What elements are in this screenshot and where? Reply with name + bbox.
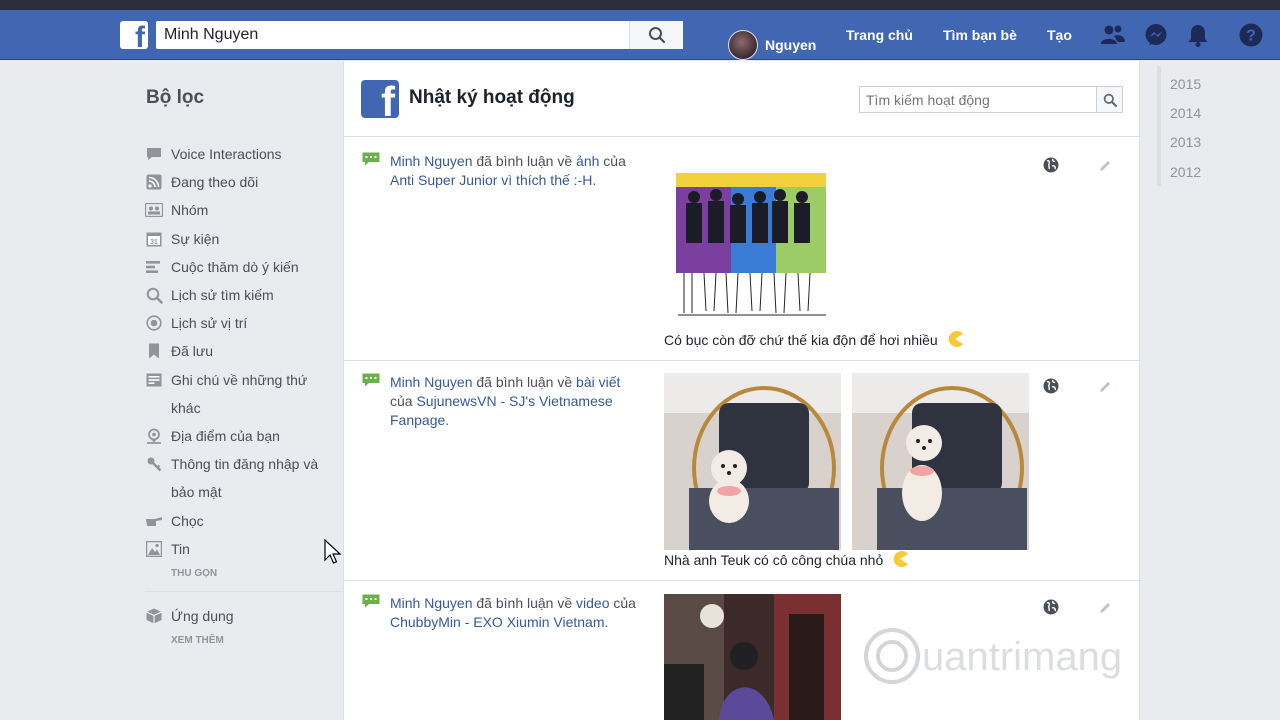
nav-link-create[interactable]: Tạo [1047, 27, 1072, 43]
key-icon [145, 455, 163, 473]
global-search [156, 21, 683, 49]
nav-link-home[interactable]: Trang chủ [846, 27, 913, 43]
entry-description: Minh Nguyen đã bình luận về bài viết của… [390, 374, 621, 428]
comment-icon [362, 373, 380, 387]
filter-sidebar: Bộ lọc Voice Interactions Đang theo dõi … [0, 61, 345, 720]
search-button[interactable] [629, 21, 683, 49]
cube-icon [145, 607, 163, 625]
sidebar-divider [145, 591, 345, 593]
activity-log-panel: f Nhật ký hoạt động Minh Nguyen đã bình … [343, 61, 1141, 720]
entry-comment-text: Có bục còn đỡ chứ thế kia độn để hơi nhi… [664, 330, 964, 348]
facebook-logo-icon: f [361, 80, 399, 118]
entry-owner-link[interactable]: Anti Super Junior vì thích thế :-H. [390, 172, 596, 188]
mouse-cursor-icon [324, 539, 342, 564]
filter-item-following[interactable]: Đang theo dõi [145, 168, 335, 196]
collapse-link[interactable]: THU GỌN [171, 563, 335, 585]
search-icon [648, 27, 665, 44]
nav-profile-name[interactable]: Nguyen [765, 37, 816, 53]
see-more-link[interactable]: XEM THÊM [171, 630, 335, 652]
photo-icon [145, 540, 163, 558]
entry-actor-link[interactable]: Minh Nguyen [390, 374, 473, 390]
activity-search [859, 86, 1123, 113]
entry-target-link[interactable]: video [576, 595, 609, 611]
help-icon[interactable]: ? [1238, 22, 1264, 48]
filter-item-location-history[interactable]: Lịch sử vị trí [145, 309, 335, 337]
filter-item-saved[interactable]: Đã lưu [145, 337, 335, 365]
activity-entry: Minh Nguyen đã bình luận về bài viết của… [344, 361, 1141, 581]
pacman-emoji-icon [948, 331, 963, 347]
filter-item-login-security[interactable]: Thông tin đăng nhập và bảo mật [145, 450, 335, 506]
filter-item-pokes[interactable]: Chọc [145, 507, 335, 535]
filter-item-polls[interactable]: Cuộc thăm dò ý kiến [145, 253, 335, 281]
filter-item-stories[interactable]: Tin [145, 535, 335, 563]
entry-description: Minh Nguyen đã bình luận về ảnh của Anti… [390, 153, 626, 188]
year-scroller-line [1157, 66, 1161, 186]
search-icon [145, 286, 163, 304]
globe-icon[interactable] [1043, 378, 1059, 394]
entry-owner-link[interactable]: ChubbyMin - EXO Xiumin Vietnam. [390, 614, 608, 630]
year-link-2015[interactable]: 2015 [1170, 76, 1201, 92]
entry-actor-link[interactable]: Minh Nguyen [390, 153, 473, 169]
svg-text:31: 31 [150, 239, 158, 246]
rss-icon [145, 173, 163, 191]
nav-link-find-friends[interactable]: Tìm bạn bè [943, 27, 1017, 43]
friend-requests-icon[interactable] [1100, 22, 1126, 48]
filter-item-apps[interactable]: Ứng dụng [145, 602, 335, 630]
entry-target-link[interactable]: bài viết [576, 374, 620, 390]
speech-bubble-icon [145, 145, 163, 163]
window-top-strip [0, 0, 1280, 10]
facebook-logo-icon[interactable]: f [120, 21, 148, 49]
filter-item-notes[interactable]: Ghi chú về những thứ khác [145, 366, 335, 422]
entry-owner-link[interactable]: SujunewsVN - SJ's Vietnamese Fanpage. [390, 393, 613, 428]
global-search-input[interactable] [156, 21, 626, 49]
filter-item-search-history[interactable]: Lịch sử tìm kiếm [145, 281, 335, 309]
activity-search-button[interactable] [1096, 87, 1122, 112]
filter-item-events[interactable]: 31 Sự kiện [145, 225, 335, 253]
entry-description: Minh Nguyen đã bình luận về video của Ch… [390, 595, 636, 630]
calendar-icon: 31 [145, 230, 163, 248]
filter-list: Voice Interactions Đang theo dõi Nhóm 31… [145, 140, 345, 652]
place-pin-icon [145, 427, 163, 445]
avatar[interactable] [728, 30, 758, 60]
svg-text:?: ? [1246, 28, 1256, 45]
activity-log-header: f Nhật ký hoạt động [344, 61, 1141, 137]
poll-icon [145, 258, 163, 276]
entry-video-thumbnail[interactable] [664, 594, 841, 720]
filter-item-places[interactable]: Địa điểm của bạn [145, 422, 335, 450]
comment-icon [362, 594, 380, 608]
notifications-bell-icon[interactable] [1185, 22, 1211, 48]
globe-icon[interactable] [1043, 157, 1059, 173]
year-link-2012[interactable]: 2012 [1170, 164, 1201, 180]
entry-photo[interactable] [664, 373, 841, 550]
edit-pencil-icon[interactable] [1097, 379, 1113, 395]
filter-title: Bộ lọc [146, 87, 205, 108]
entry-photo[interactable] [676, 173, 828, 323]
page-title: Nhật ký hoạt động [409, 87, 575, 108]
activity-search-input[interactable] [860, 87, 1096, 112]
activity-entry: Minh Nguyen đã bình luận về ảnh của Anti… [344, 140, 1141, 361]
comment-icon [362, 152, 380, 166]
top-navigation-bar: f Nguyen Trang chủ Tìm bạn bè Tạo [0, 10, 1280, 60]
group-icon [145, 201, 163, 219]
edit-pencil-icon[interactable] [1097, 158, 1113, 174]
note-icon [145, 371, 163, 389]
bookmark-icon [145, 342, 163, 360]
year-link-2014[interactable]: 2014 [1170, 105, 1201, 121]
entry-target-link[interactable]: ảnh [576, 153, 599, 169]
activity-entry: Minh Nguyen đã bình luận về video của Ch… [344, 582, 1141, 720]
poke-icon [145, 512, 163, 530]
entry-actor-link[interactable]: Minh Nguyen [390, 595, 473, 611]
location-target-icon [145, 314, 163, 332]
year-link-2013[interactable]: 2013 [1170, 134, 1201, 150]
globe-icon[interactable] [1043, 599, 1059, 615]
search-icon [1103, 93, 1117, 107]
entry-comment-text: Nhà anh Teuk có cô công chúa nhỏ [664, 550, 909, 568]
pacman-emoji-icon [893, 551, 909, 567]
filter-item-groups[interactable]: Nhóm [145, 196, 335, 224]
edit-pencil-icon[interactable] [1097, 600, 1113, 616]
messenger-icon[interactable] [1143, 22, 1169, 48]
entry-photo[interactable] [852, 373, 1029, 550]
filter-item-voice-interactions[interactable]: Voice Interactions [145, 140, 335, 168]
